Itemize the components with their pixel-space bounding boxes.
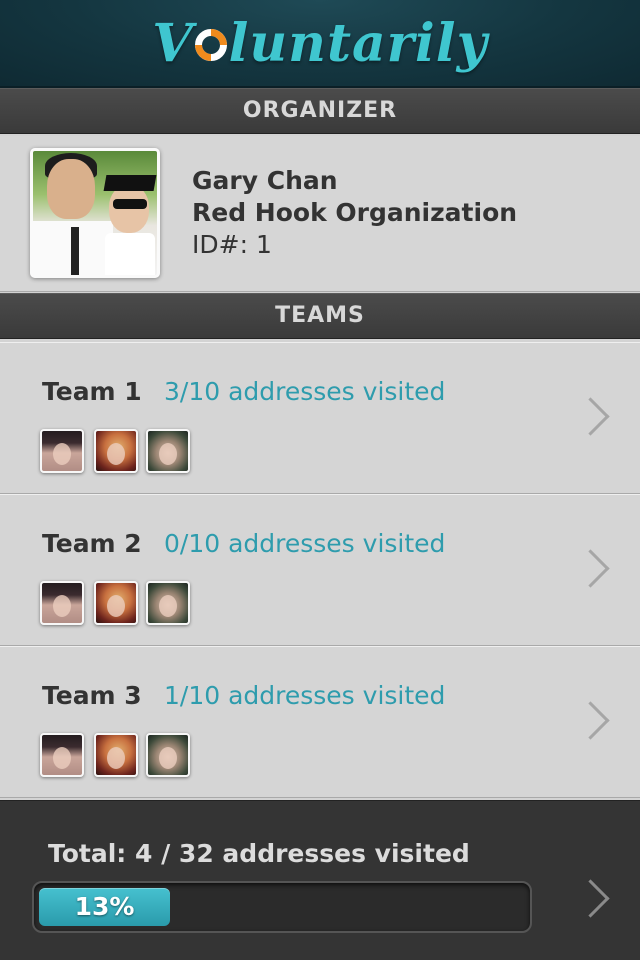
progress-bar: 13% — [32, 881, 532, 933]
progress-percentage: 13% — [74, 892, 135, 921]
teams-section-header: TEAMS — [0, 293, 640, 339]
team-visited-count: 3/10 addresses visited — [164, 377, 446, 406]
member-avatar — [40, 733, 84, 777]
teams-section-title: TEAMS — [275, 303, 365, 328]
chevron-right-icon[interactable] — [571, 397, 610, 436]
team-row-2[interactable]: Team 2 0/10 addresses visited — [0, 494, 640, 646]
chevron-right-icon[interactable] — [571, 879, 610, 918]
team-row-3[interactable]: Team 3 1/10 addresses visited — [0, 646, 640, 798]
progress-bar-fill: 13% — [39, 888, 170, 926]
app-logo: Vluntarily — [0, 6, 640, 82]
organizer-id: ID#: 1 — [192, 230, 272, 259]
team-name: Team 1 — [42, 377, 142, 406]
team-visited-count: 0/10 addresses visited — [164, 529, 446, 558]
organizer-card: Gary Chan Red Hook Organization ID#: 1 — [0, 136, 640, 292]
organizer-section-header: ORGANIZER — [0, 88, 640, 134]
team-visited-count: 1/10 addresses visited — [164, 681, 446, 710]
chevron-right-icon[interactable] — [571, 701, 610, 740]
organizer-avatar — [30, 148, 160, 278]
logo-lead-letter: V — [152, 13, 194, 74]
member-avatar — [94, 733, 138, 777]
team-name: Team 2 — [42, 529, 142, 558]
member-avatar — [146, 581, 190, 625]
app-screen: Vluntarily ORGANIZER Gary Chan Red Hook … — [0, 0, 640, 960]
total-progress-footer[interactable]: Total: 4 / 32 addresses visited 13% — [0, 800, 640, 960]
member-avatar — [40, 581, 84, 625]
life-ring-icon — [194, 28, 227, 61]
total-visited-label: Total: 4 / 32 addresses visited — [48, 839, 470, 868]
team-name: Team 3 — [42, 681, 142, 710]
organizer-section-title: ORGANIZER — [242, 98, 398, 123]
member-avatar — [146, 733, 190, 777]
chevron-right-icon[interactable] — [571, 549, 610, 588]
organizer-name: Gary Chan — [192, 166, 338, 195]
member-avatar — [94, 429, 138, 473]
member-avatar — [94, 581, 138, 625]
member-avatar — [40, 429, 84, 473]
team-row-1[interactable]: Team 1 3/10 addresses visited — [0, 342, 640, 494]
organizer-organization: Red Hook Organization — [192, 198, 518, 227]
member-avatar — [146, 429, 190, 473]
logo-text: luntarily — [228, 13, 488, 74]
app-header: Vluntarily — [0, 0, 640, 88]
